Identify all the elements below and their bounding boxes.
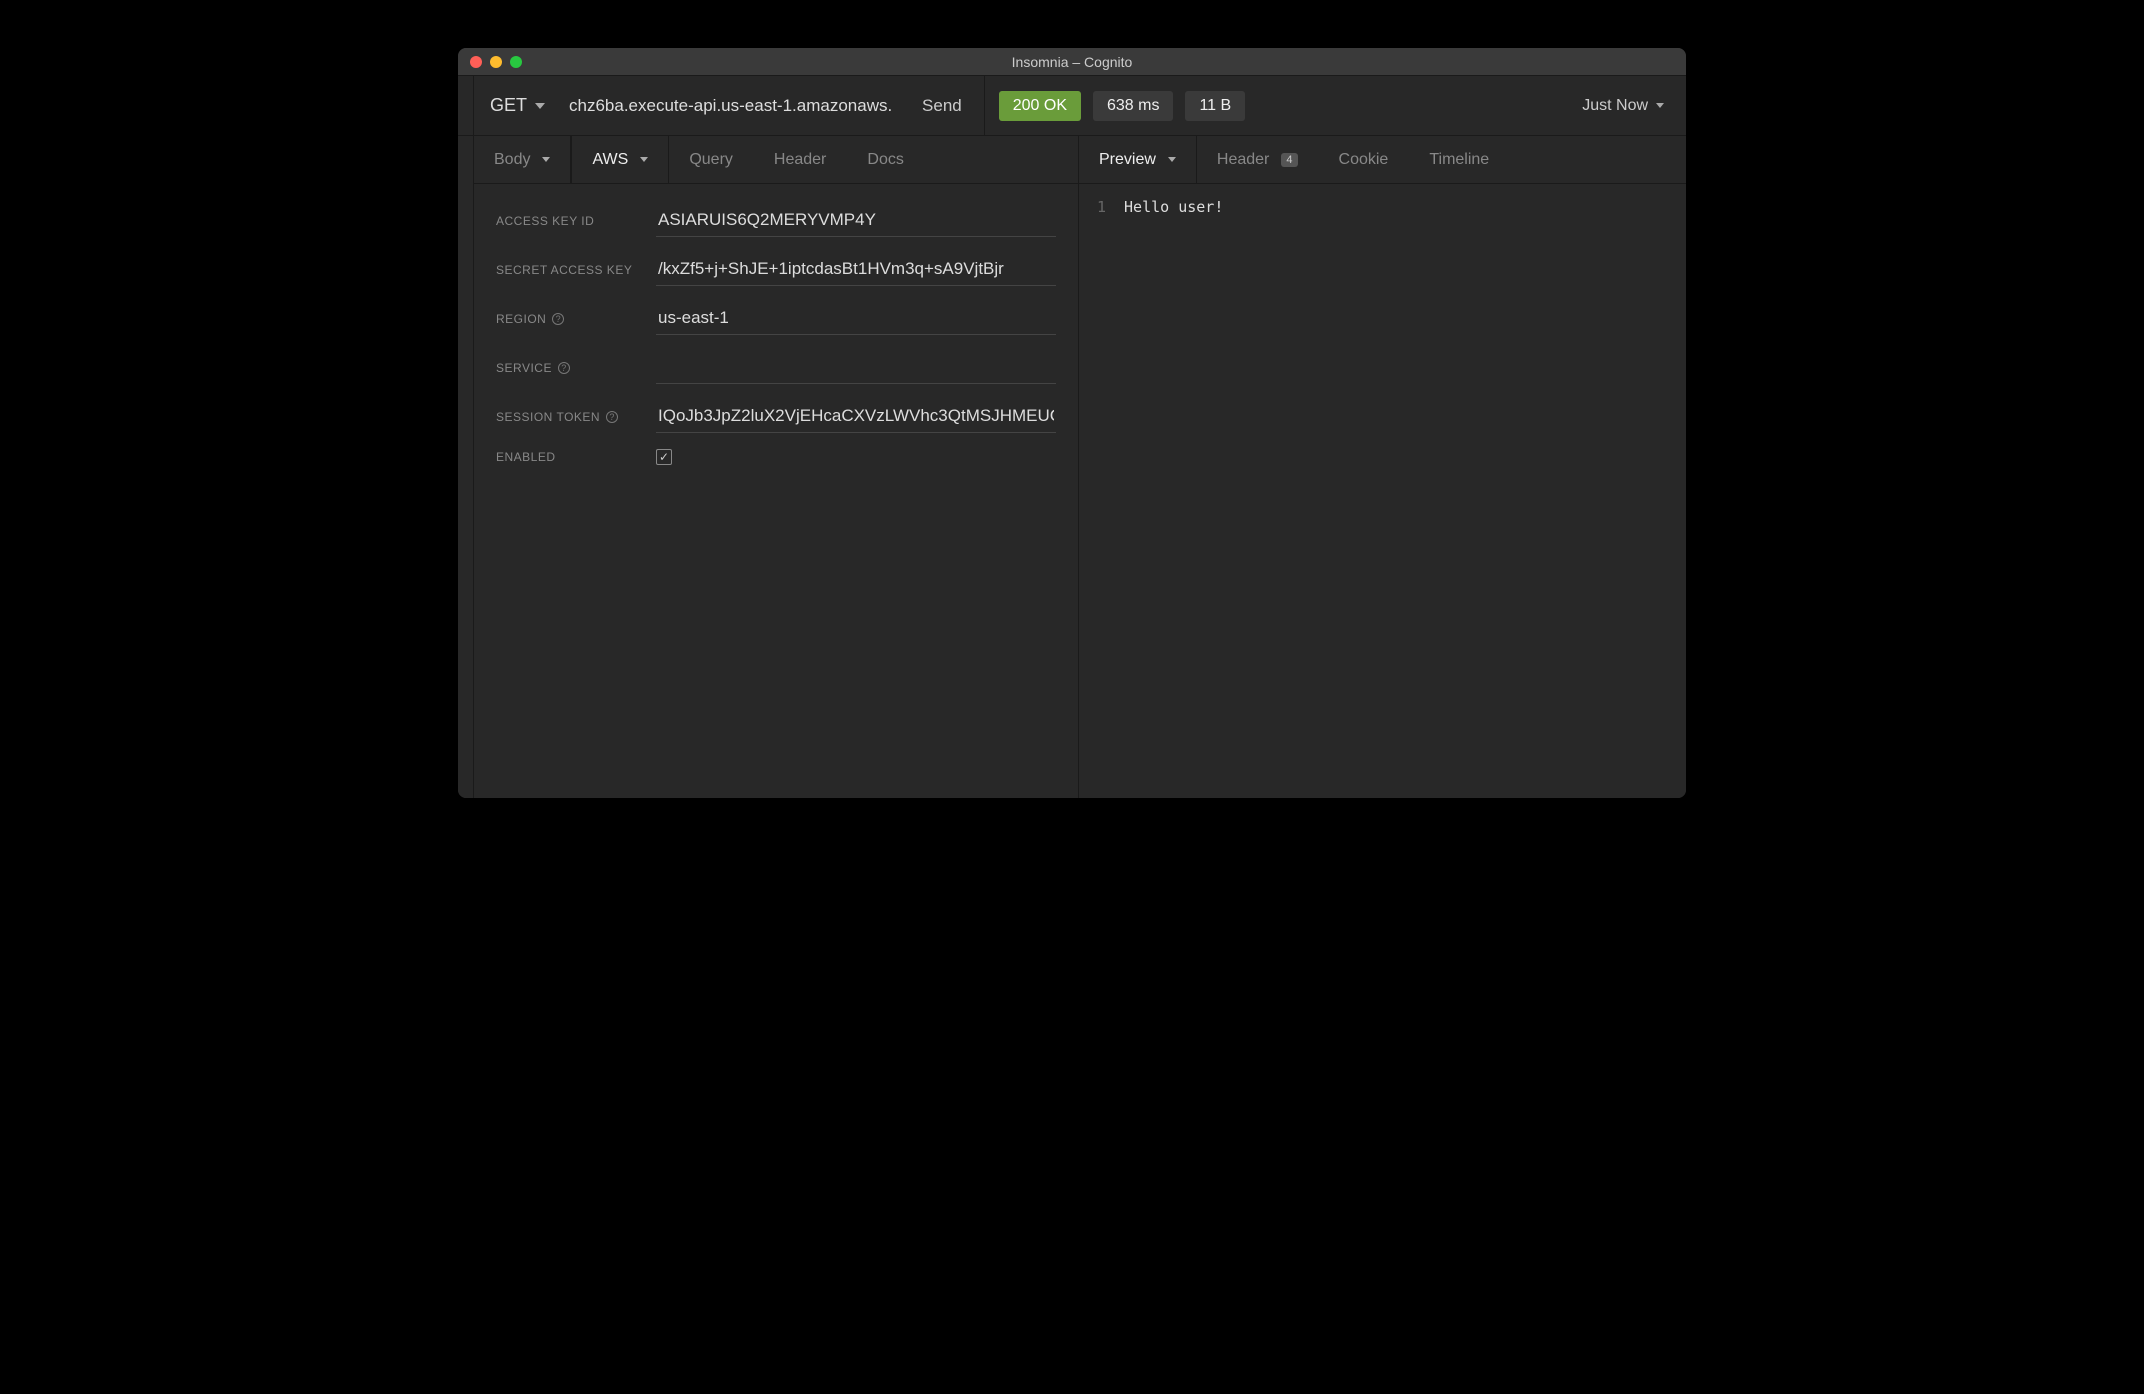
close-icon[interactable] (470, 56, 482, 68)
tab-cookie-label: Cookie (1339, 151, 1389, 169)
tab-timeline[interactable]: Timeline (1409, 136, 1510, 183)
tab-header[interactable]: Header (754, 136, 847, 183)
left-gutter (458, 136, 474, 798)
app-window: Insomnia – Cognito GET Send 200 OK 638 m… (458, 48, 1686, 798)
input-secret-access-key[interactable] (656, 253, 1056, 286)
label-service-text: SERVICE (496, 361, 552, 375)
main-split: Body AWS Query Header Docs (458, 136, 1686, 798)
input-access-key-id[interactable] (656, 204, 1056, 237)
chevron-down-icon (640, 157, 648, 162)
method-dropdown[interactable]: GET (474, 76, 561, 135)
header-count-badge: 4 (1281, 153, 1297, 167)
tab-docs-label: Docs (867, 151, 903, 169)
response-status-bar: 200 OK 638 ms 11 B (985, 76, 1259, 135)
minimize-icon[interactable] (490, 56, 502, 68)
history-dropdown[interactable]: Just Now (1582, 97, 1686, 115)
response-body: 1 Hello user! (1079, 184, 1686, 798)
history-label: Just Now (1582, 97, 1648, 115)
request-panel: Body AWS Query Header Docs (474, 136, 1079, 798)
help-icon[interactable]: ? (558, 362, 570, 374)
request-toolbar: GET Send 200 OK 638 ms 11 B Just Now (458, 76, 1686, 136)
tab-preview[interactable]: Preview (1079, 136, 1197, 183)
send-button[interactable]: Send (900, 76, 984, 135)
label-region: REGION ? (496, 312, 656, 326)
label-session-token-text: SESSION TOKEN (496, 410, 600, 424)
status-code-badge: 200 OK (999, 91, 1081, 121)
response-panel: Preview Header 4 Cookie Timeline 1 Hello… (1079, 136, 1686, 798)
chevron-down-icon (535, 103, 545, 109)
request-tabs: Body AWS Query Header Docs (474, 136, 1078, 184)
tab-cookie[interactable]: Cookie (1319, 136, 1410, 183)
help-icon[interactable]: ? (606, 411, 618, 423)
tab-timeline-label: Timeline (1429, 151, 1489, 169)
left-spacer (458, 76, 474, 135)
status-time-badge: 638 ms (1093, 91, 1173, 121)
method-label: GET (490, 95, 527, 116)
url-input[interactable] (561, 76, 900, 135)
tab-aws-label: AWS (592, 151, 628, 169)
tab-query[interactable]: Query (669, 136, 754, 183)
tab-response-header[interactable]: Header 4 (1197, 136, 1319, 183)
response-line: Hello user! (1124, 198, 1223, 784)
label-service: SERVICE ? (496, 361, 656, 375)
tab-body[interactable]: Body (474, 136, 571, 183)
tab-query-label: Query (689, 151, 733, 169)
label-session-token: SESSION TOKEN ? (496, 410, 656, 424)
chevron-down-icon (1168, 157, 1176, 162)
label-access-key-id: ACCESS KEY ID (496, 214, 656, 228)
label-region-text: REGION (496, 312, 546, 326)
tab-body-label: Body (494, 151, 530, 169)
input-session-token[interactable] (656, 400, 1056, 433)
input-service[interactable] (656, 351, 1056, 384)
tab-docs[interactable]: Docs (847, 136, 924, 183)
status-size-badge: 11 B (1185, 91, 1245, 121)
tab-header-label: Header (774, 151, 826, 169)
maximize-icon[interactable] (510, 56, 522, 68)
window-title: Insomnia – Cognito (458, 54, 1686, 70)
label-enabled: ENABLED (496, 450, 656, 464)
traffic-lights (458, 56, 522, 68)
chevron-down-icon (542, 157, 550, 162)
chevron-down-icon (1656, 103, 1664, 108)
tab-preview-label: Preview (1099, 151, 1156, 169)
titlebar: Insomnia – Cognito (458, 48, 1686, 76)
label-secret-access-key: SECRET ACCESS KEY (496, 263, 656, 277)
tab-aws[interactable]: AWS (571, 136, 669, 183)
input-region[interactable] (656, 302, 1056, 335)
aws-auth-form: ACCESS KEY ID SECRET ACCESS KEY REGION ? (474, 184, 1078, 798)
help-icon[interactable]: ? (552, 313, 564, 325)
checkbox-enabled[interactable]: ✓ (656, 449, 672, 465)
tab-resp-header-label: Header (1217, 151, 1269, 169)
response-tabs: Preview Header 4 Cookie Timeline (1079, 136, 1686, 184)
line-number: 1 (1097, 198, 1124, 784)
